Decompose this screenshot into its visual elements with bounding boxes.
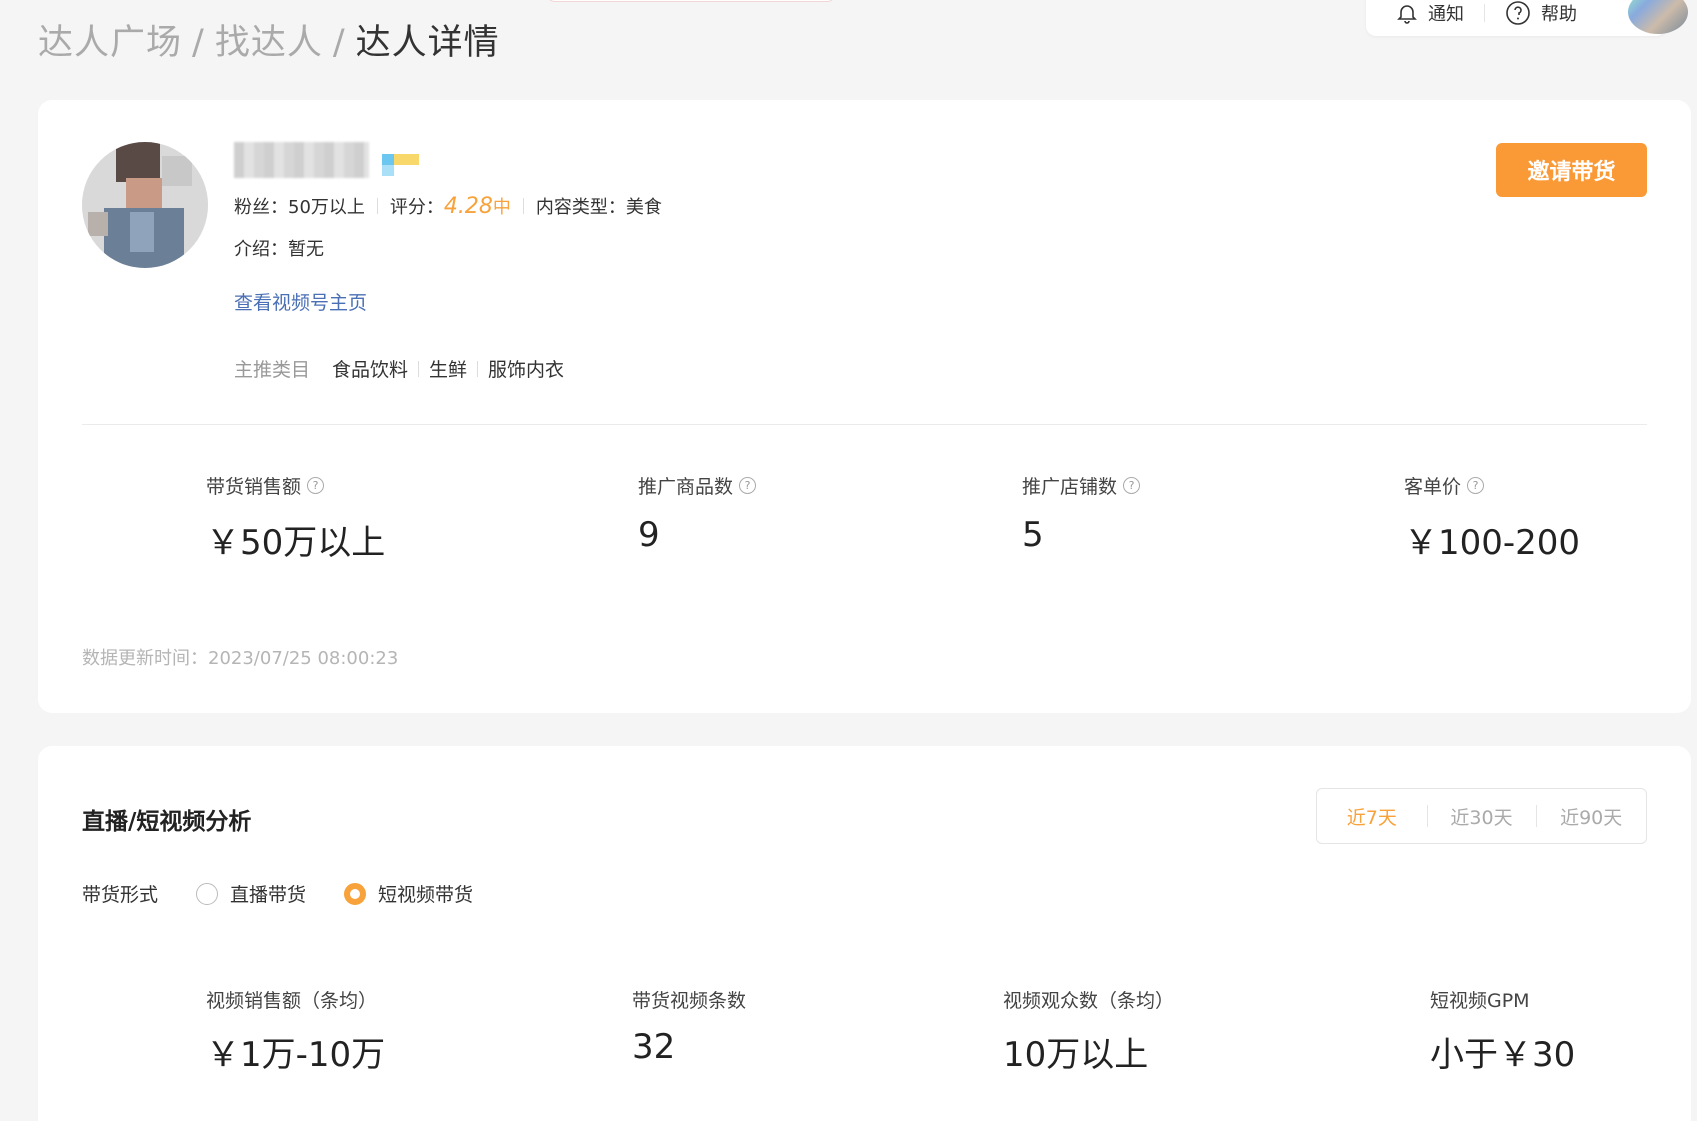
- view-homepage-link[interactable]: 查看视频号主页: [234, 288, 367, 315]
- stat-label: 视频观众数（条均）: [1003, 990, 1175, 1012]
- toolbar-divider: [1484, 4, 1485, 22]
- stat-label: 视频销售额（条均）: [206, 990, 378, 1012]
- tab-30-days[interactable]: 近30天: [1426, 803, 1537, 830]
- top-banner-pill: [546, 0, 836, 2]
- stat-label: 客单价: [1404, 476, 1462, 498]
- help-icon: [1505, 0, 1531, 26]
- influencer-name-masked: [234, 142, 369, 178]
- radio-label: 直播带货: [230, 884, 307, 906]
- intro-line: 介绍：暂无: [234, 235, 324, 261]
- breadcrumb-current: 达人详情: [355, 23, 500, 63]
- stat-shops: 推广店铺数? 5: [1022, 472, 1141, 555]
- stat-label: 带货销售额: [206, 476, 302, 498]
- range-tabs: 近7天 近30天 近90天: [1316, 788, 1647, 844]
- info-divider: [522, 198, 524, 214]
- stat-value: ￥100-200: [1404, 523, 1581, 563]
- breadcrumb-item-square[interactable]: 达人广场: [38, 23, 182, 63]
- stat-value: ￥1万-10万: [206, 1035, 386, 1075]
- stat-video-viewers: 视频观众数（条均） 10万以上: [1003, 986, 1174, 1076]
- tab-7-days[interactable]: 近7天: [1317, 803, 1427, 830]
- section-divider: [82, 424, 1647, 425]
- influencer-avatar: [82, 142, 208, 268]
- category-label: 主推类目: [234, 359, 311, 381]
- analysis-card: 直播/短视频分析 近7天 近30天 近90天 带货形式 直播带货 短视频带货 视…: [38, 746, 1691, 1121]
- fans-label: 粉丝：: [234, 197, 288, 218]
- question-icon[interactable]: ?: [307, 477, 325, 494]
- analysis-title: 直播/短视频分析: [82, 809, 252, 835]
- invite-button[interactable]: 邀请带货: [1496, 143, 1647, 197]
- stat-video-gpm: 短视频GPM 小于￥30: [1430, 986, 1575, 1076]
- stat-sales: 带货销售额? ￥50万以上: [206, 472, 385, 564]
- notify-button[interactable]: 通知: [1396, 0, 1464, 26]
- stat-label: 推广商品数: [638, 476, 734, 498]
- main-categories: 主推类目 食品饮料 生鲜 服饰内衣: [234, 355, 564, 382]
- stat-label: 推广店铺数: [1022, 476, 1118, 498]
- info-divider: [376, 198, 378, 214]
- stat-label: 带货视频条数: [632, 990, 747, 1012]
- stat-video-sales: 视频销售额（条均） ￥1万-10万: [206, 986, 385, 1076]
- score-level: 中: [492, 197, 511, 218]
- sales-form-label: 带货形式: [82, 884, 159, 906]
- stat-label: 短视频GPM: [1430, 990, 1530, 1012]
- intro-label: 介绍：: [234, 239, 288, 260]
- stat-value: 9: [638, 515, 660, 555]
- category-item: 生鲜: [429, 359, 468, 381]
- question-icon[interactable]: ?: [1467, 477, 1485, 494]
- influencer-badge: [382, 154, 419, 176]
- profile-info-line: 粉丝： 50万以上 评分： 4.28 中 内容类型： 美食: [234, 193, 662, 219]
- stat-value: 10万以上: [1003, 1035, 1149, 1075]
- breadcrumb: 达人广场 / 找达人 / 达人详情: [38, 14, 500, 65]
- radio-label: 短视频带货: [378, 884, 474, 906]
- intro-value: 暂无: [288, 239, 324, 260]
- category-divider: [477, 360, 479, 377]
- stat-value: 5: [1022, 515, 1044, 555]
- breadcrumb-separator: /: [192, 23, 205, 63]
- stat-products: 推广商品数? 9: [638, 472, 757, 555]
- content-type-value: 美食: [625, 197, 662, 218]
- stat-value: ￥50万以上: [206, 523, 386, 563]
- notify-label: 通知: [1428, 4, 1464, 25]
- profile-card: 粉丝： 50万以上 评分： 4.28 中 内容类型： 美食 介绍：暂无 查看视频…: [38, 100, 1691, 713]
- radio-circle[interactable]: [196, 882, 219, 905]
- content-type-label: 内容类型：: [535, 197, 626, 218]
- stat-value: 小于￥30: [1430, 1035, 1576, 1075]
- stat-unit-price: 客单价? ￥100-200: [1404, 472, 1580, 564]
- category-item: 食品饮料: [332, 359, 409, 381]
- question-icon[interactable]: ?: [1123, 477, 1141, 494]
- bell-icon: [1396, 2, 1418, 24]
- radio-circle[interactable]: [344, 882, 367, 905]
- breadcrumb-item-find[interactable]: 找达人: [215, 23, 323, 63]
- help-label: 帮助: [1541, 4, 1577, 25]
- score-label: 评分：: [389, 197, 444, 218]
- question-icon[interactable]: ?: [739, 477, 757, 494]
- breadcrumb-separator: /: [332, 23, 346, 63]
- help-button[interactable]: 帮助: [1505, 0, 1577, 26]
- stat-value: 32: [632, 1027, 676, 1067]
- fans-value: 50万以上: [288, 197, 365, 218]
- category-divider: [418, 360, 420, 377]
- stat-video-count: 带货视频条数 32: [632, 986, 746, 1067]
- score-value: 4.28: [443, 193, 493, 219]
- category-item: 服饰内衣: [488, 359, 565, 381]
- top-toolbar: 通知 帮助: [1366, 0, 1666, 36]
- sales-form-row: 带货形式 直播带货 短视频带货: [82, 880, 511, 907]
- radio-live-sales[interactable]: 直播带货: [196, 880, 306, 907]
- radio-short-video-sales[interactable]: 短视频带货: [344, 880, 473, 907]
- data-update-time: 数据更新时间：2023/07/25 08:00:23: [82, 648, 399, 669]
- tab-90-days[interactable]: 近90天: [1536, 803, 1646, 830]
